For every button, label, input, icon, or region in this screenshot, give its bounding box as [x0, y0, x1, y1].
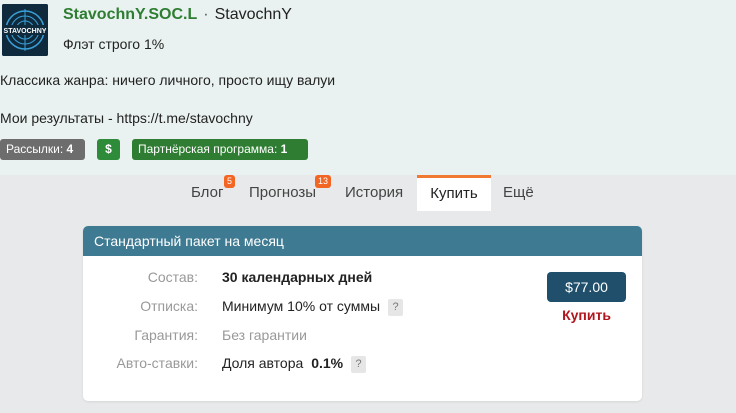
- tab-history-label: История: [345, 184, 404, 201]
- name-separator: ·: [203, 6, 209, 23]
- tab-blog[interactable]: Блог: [191, 175, 223, 211]
- autobets-help-icon[interactable]: ?: [351, 355, 367, 373]
- unsubscribe-value-wrap: Минимум 10% от суммы?: [222, 298, 404, 316]
- profile-handle: StavochnY: [214, 6, 292, 23]
- tab-predictions[interactable]: Прогнозы: [249, 175, 316, 211]
- composition-label: Состав:: [147, 269, 198, 285]
- profile-description: Классика жанра: ничего личного, просто и…: [0, 72, 336, 88]
- unsubscribe-label: Отписка:: [140, 298, 198, 314]
- avatar-logo-icon: STAVOCHNY: [2, 4, 48, 56]
- guarantee-label: Гарантия:: [134, 327, 198, 343]
- autobets-value-wrap: Доля автора 0.1%?: [222, 355, 367, 373]
- package-title: Стандартный пакет на месяц: [83, 226, 642, 256]
- tab-predictions-label: Прогнозы: [249, 184, 317, 201]
- tab-more[interactable]: Ещё: [503, 175, 534, 211]
- unsubscribe-value: Минимум 10% от суммы: [222, 298, 381, 314]
- profile-results-link: Мои результаты - https://t.me/stavochny: [0, 110, 253, 126]
- profile-header: STAVOCHNY StavochnY.SOC.L · StavochnY Флэт…: [0, 0, 736, 175]
- package-card: Стандартный пакет на месяц Состав: 30 ка…: [83, 226, 642, 401]
- composition-value: 30 календарных дней: [222, 269, 373, 285]
- avatar[interactable]: STAVOCHNY: [2, 4, 48, 56]
- profile-tagline: Флэт строго 1%: [63, 36, 165, 52]
- tab-buy[interactable]: Купить: [417, 175, 491, 211]
- tab-buy-label: Купить: [430, 185, 478, 202]
- autobets-value: Доля автора: [222, 355, 304, 371]
- name-line: StavochnY.SOC.L · StavochnY: [63, 6, 292, 24]
- tab-blog-label: Блог: [191, 184, 224, 201]
- mailings-badge-label: Рассылки:: [6, 142, 64, 156]
- tab-blog-count-badge: 5: [224, 175, 236, 188]
- guarantee-value: Без гарантии: [222, 327, 307, 343]
- partner-badge-label: Партнёрская программа:: [138, 142, 278, 156]
- price-button[interactable]: $77.00: [547, 272, 626, 302]
- autobets-share: 0.1%: [311, 355, 344, 371]
- svg-text:STAVOCHNY: STAVOCHNY: [4, 28, 47, 35]
- partner-program-badge[interactable]: Партнёрская программа: 1: [132, 139, 308, 160]
- mailings-badge[interactable]: Рассылки: 4: [0, 139, 85, 160]
- autobets-label: Авто-ставки:: [116, 355, 198, 371]
- profile-name-link[interactable]: StavochnY.SOC.L: [63, 6, 197, 23]
- partner-badge-count: 1: [280, 142, 288, 156]
- tab-history[interactable]: История: [345, 175, 403, 211]
- tab-predictions-count-badge: 13: [315, 175, 332, 188]
- dollar-badge[interactable]: $: [97, 139, 120, 160]
- unsubscribe-help-icon[interactable]: ?: [388, 298, 404, 316]
- tab-more-label: Ещё: [503, 184, 534, 201]
- buy-link[interactable]: Купить: [547, 307, 626, 323]
- mailings-badge-count: 4: [66, 142, 74, 156]
- tab-bar: Блог 5 Прогнозы 13 История Купить Ещё: [0, 175, 736, 211]
